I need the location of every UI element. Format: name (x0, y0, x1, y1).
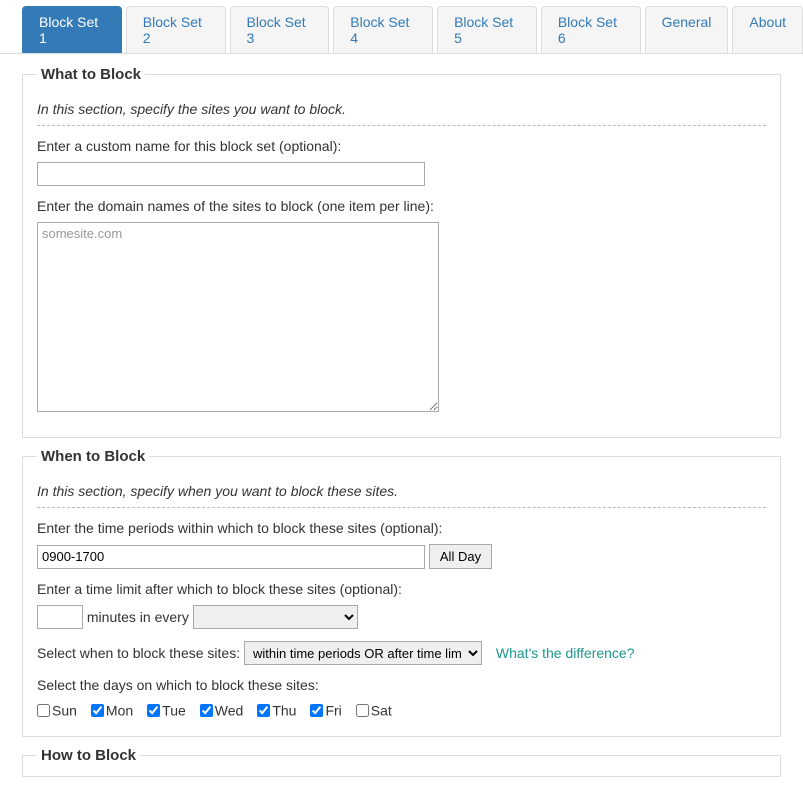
day-checkbox-thu[interactable] (257, 704, 270, 717)
tab-block-set-5[interactable]: Block Set 5 (437, 6, 537, 53)
day-checkbox-sat[interactable] (356, 704, 369, 717)
custom-name-label: Enter a custom name for this block set (… (37, 138, 766, 154)
all-day-button[interactable]: All Day (429, 544, 492, 569)
minutes-input[interactable] (37, 605, 83, 629)
logic-select[interactable]: within time periods OR after time limit (244, 641, 482, 665)
tab-block-set-6[interactable]: Block Set 6 (541, 6, 641, 53)
how-legend: How to Block (37, 747, 140, 764)
time-periods-label: Enter the time periods within which to b… (37, 520, 766, 536)
custom-name-input[interactable] (37, 162, 425, 186)
day-tue: Tue (147, 701, 186, 718)
divider (37, 507, 766, 508)
what-description: In this section, specify the sites you w… (37, 101, 766, 117)
tab-block-set-1[interactable]: Block Set 1 (22, 6, 122, 53)
time-limit-label: Enter a time limit after which to block … (37, 581, 766, 597)
day-checkbox-mon[interactable] (91, 704, 104, 717)
minutes-text: minutes in every (87, 609, 189, 625)
when-description: In this section, specify when you want t… (37, 483, 766, 499)
days-row: Sun Mon Tue Wed Thu Fri Sat (37, 701, 766, 718)
tab-general[interactable]: General (645, 6, 729, 53)
sites-label: Enter the domain names of the sites to b… (37, 198, 766, 214)
time-periods-input[interactable] (37, 545, 425, 569)
day-mon: Mon (91, 701, 133, 718)
when-legend: When to Block (37, 448, 149, 465)
divider (37, 125, 766, 126)
what-to-block-section: What to Block In this section, specify t… (22, 66, 781, 438)
when-to-block-section: When to Block In this section, specify w… (22, 448, 781, 737)
day-wed: Wed (200, 701, 244, 718)
day-checkbox-wed[interactable] (200, 704, 213, 717)
content: What to Block In this section, specify t… (0, 54, 803, 777)
difference-link[interactable]: What's the difference? (496, 645, 635, 661)
tab-block-set-2[interactable]: Block Set 2 (126, 6, 226, 53)
tab-bar: Block Set 1Block Set 2Block Set 3Block S… (0, 0, 803, 54)
days-label: Select the days on which to block these … (37, 677, 766, 693)
sites-textarea[interactable] (37, 222, 439, 412)
day-checkbox-sun[interactable] (37, 704, 50, 717)
day-label: Wed (215, 702, 244, 718)
day-thu: Thu (257, 701, 296, 718)
tab-about[interactable]: About (732, 6, 803, 53)
day-label: Sun (52, 702, 77, 718)
day-sun: Sun (37, 701, 77, 718)
day-label: Tue (162, 702, 186, 718)
day-checkbox-tue[interactable] (147, 704, 160, 717)
day-sat: Sat (356, 701, 392, 718)
day-label: Mon (106, 702, 133, 718)
tab-block-set-3[interactable]: Block Set 3 (230, 6, 330, 53)
logic-label: Select when to block these sites: (37, 645, 240, 661)
day-checkbox-fri[interactable] (310, 704, 323, 717)
how-to-block-section: How to Block (22, 747, 781, 777)
day-label: Sat (371, 702, 392, 718)
period-select[interactable] (193, 605, 358, 629)
day-label: Fri (325, 702, 341, 718)
day-label: Thu (272, 702, 296, 718)
tab-block-set-4[interactable]: Block Set 4 (333, 6, 433, 53)
day-fri: Fri (310, 701, 341, 718)
what-legend: What to Block (37, 66, 145, 83)
